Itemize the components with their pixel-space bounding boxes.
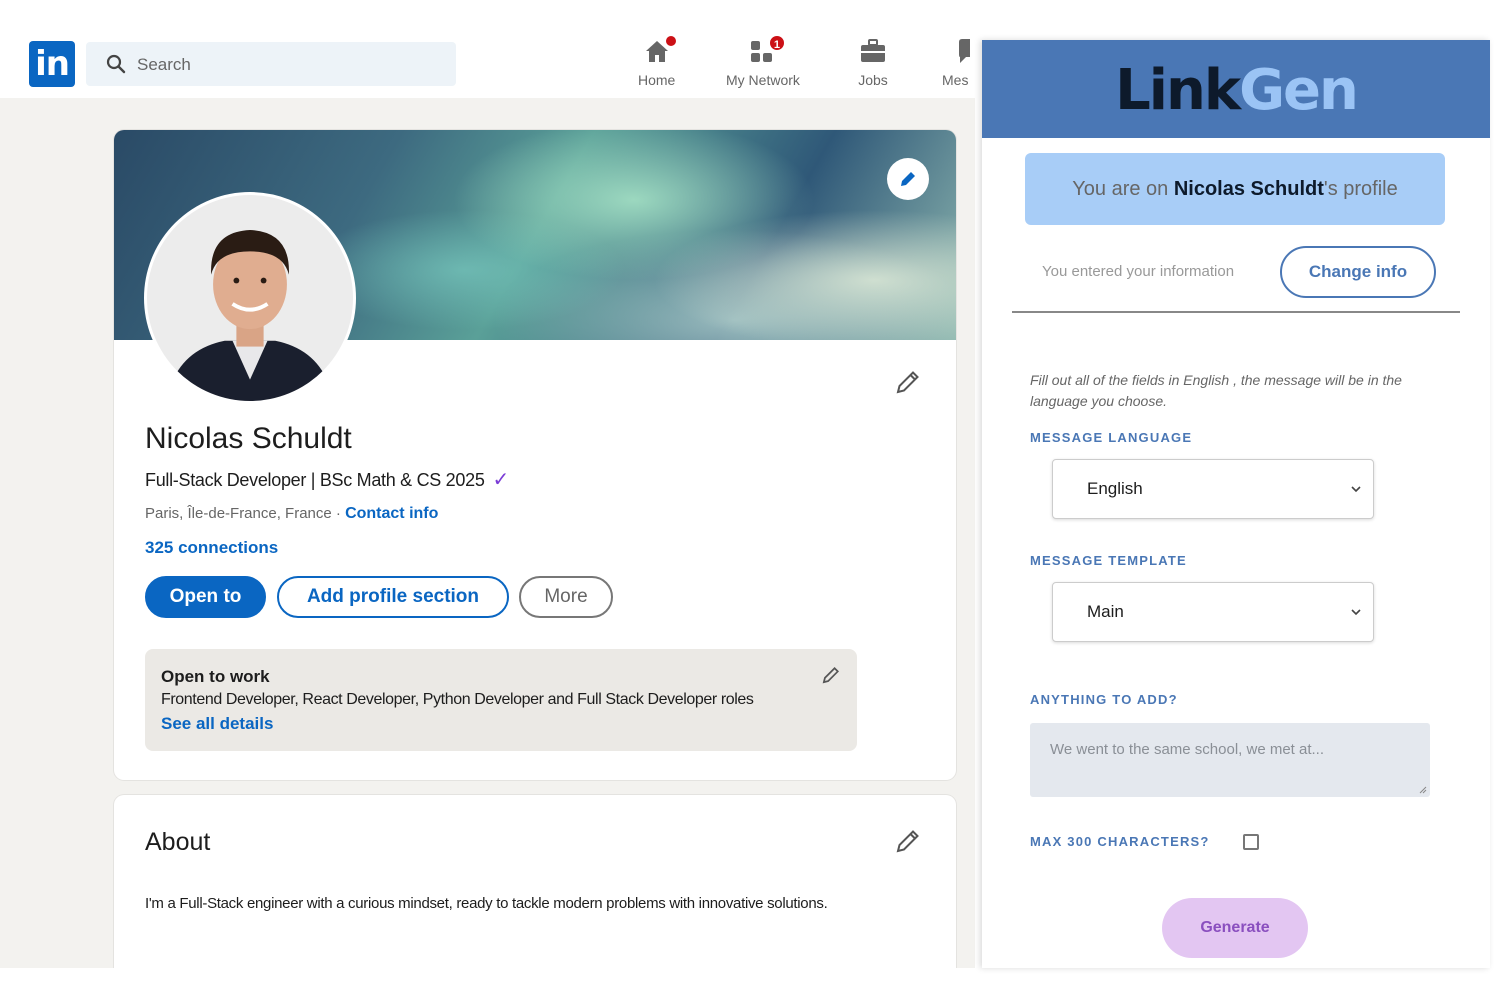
edit-about-pencil-icon[interactable]: [894, 827, 922, 855]
about-title: About: [145, 828, 211, 856]
instructions-note: Fill out all of the fields in English , …: [1030, 372, 1402, 409]
avatar[interactable]: [144, 192, 356, 404]
generate-button[interactable]: Generate: [1162, 898, 1308, 958]
open-to-work-box: Open to work Frontend Developer, React D…: [145, 649, 857, 751]
message-language-label: MESSAGE LANGUAGE: [1030, 430, 1193, 445]
notification-badge: 1: [767, 34, 786, 52]
current-profile-box: You are on Nicolas Schuldt's profile: [1025, 153, 1445, 225]
nav-my-network[interactable]: 1 My Network: [726, 34, 800, 88]
nav-label: Home: [638, 72, 676, 88]
open-to-work-roles: Frontend Developer, React Developer, Pyt…: [161, 691, 754, 708]
headline-text: Full-Stack Developer | BSc Math & CS 202…: [145, 470, 485, 490]
linkgen-logo: LinkGen: [982, 58, 1490, 123]
profile-card: Nicolas Schuldt Full-Stack Developer | B…: [114, 130, 956, 780]
nav-label: My Network: [726, 72, 800, 88]
entered-info-text: You entered your information: [1042, 263, 1235, 280]
see-all-details-link[interactable]: See all details: [161, 714, 273, 734]
linkgen-panel: LinkGen You are on Nicolas Schuldt's pro…: [982, 40, 1490, 968]
more-button[interactable]: More: [519, 576, 613, 618]
chevron-down-icon: [1351, 486, 1361, 493]
max-characters-label: MAX 300 CHARACTERS?: [1030, 834, 1210, 849]
resize-grip-icon[interactable]: [1419, 786, 1427, 794]
about-text: I'm a Full-Stack engineer with a curious…: [145, 895, 828, 912]
about-card: About I'm a Full-Stack engineer with a c…: [114, 795, 956, 995]
contact-info-link[interactable]: Contact info: [345, 505, 438, 522]
logo-part-gen: Gen: [1239, 58, 1359, 123]
chevron-down-icon: [1351, 609, 1361, 616]
selected-template: Main: [1087, 602, 1124, 621]
search-icon: [106, 54, 126, 74]
divider: [1012, 311, 1460, 313]
open-to-work-title: Open to work: [161, 667, 270, 686]
max-characters-checkbox[interactable]: [1243, 834, 1259, 850]
verified-check-icon: ✓: [492, 469, 510, 491]
pencil-icon: [901, 172, 915, 186]
add-profile-section-button[interactable]: Add profile section: [277, 576, 509, 618]
nav-messaging[interactable]: Mes: [942, 36, 970, 88]
message-language-select[interactable]: English: [1052, 459, 1374, 519]
profile-name: Nicolas Schuldt: [145, 422, 352, 455]
briefcase-icon: [861, 39, 885, 62]
edit-open-to-work-pencil-icon[interactable]: [821, 665, 841, 685]
notification-badge: [663, 34, 678, 48]
edit-intro-pencil-icon[interactable]: [894, 368, 922, 396]
linkgen-header: LinkGen: [982, 40, 1490, 138]
nav-label: Mes: [942, 72, 969, 88]
anything-to-add-label: ANYTHING TO ADD?: [1030, 692, 1178, 707]
current-profile-name: Nicolas Schuldt: [1173, 178, 1324, 200]
open-to-button[interactable]: Open to: [145, 576, 266, 618]
change-info-button[interactable]: Change info: [1280, 246, 1436, 298]
profile-headline: Full-Stack Developer | BSc Math & CS 202…: [145, 467, 509, 492]
textarea-placeholder: We went to the same school, we met at...: [1050, 741, 1325, 758]
location-text: Paris, Île-de-France, France ·: [145, 505, 346, 522]
nav-home[interactable]: Home: [638, 34, 678, 88]
nav-label: Jobs: [858, 72, 888, 88]
search-input[interactable]: Search: [137, 55, 191, 75]
edit-banner-button[interactable]: [887, 158, 929, 200]
messaging-icon: [959, 39, 970, 63]
anything-to-add-textarea[interactable]: We went to the same school, we met at...: [1030, 723, 1430, 797]
selected-language: English: [1087, 479, 1143, 498]
profile-photo: [147, 195, 353, 401]
message-template-label: MESSAGE TEMPLATE: [1030, 553, 1187, 568]
logo-part-link: Link: [1115, 58, 1241, 123]
linkedin-logo[interactable]: in: [29, 41, 75, 87]
nav-jobs[interactable]: Jobs: [858, 36, 888, 88]
profile-prefix: You are on: [1072, 178, 1174, 200]
search-bar[interactable]: Search: [86, 42, 456, 86]
connections-link[interactable]: 325 connections: [145, 538, 278, 558]
profile-suffix: 's profile: [1323, 178, 1398, 200]
message-template-select[interactable]: Main: [1052, 582, 1374, 642]
profile-location: Paris, Île-de-France, France · Contact i…: [145, 505, 438, 523]
page-bottom-edge: [0, 968, 1500, 1000]
